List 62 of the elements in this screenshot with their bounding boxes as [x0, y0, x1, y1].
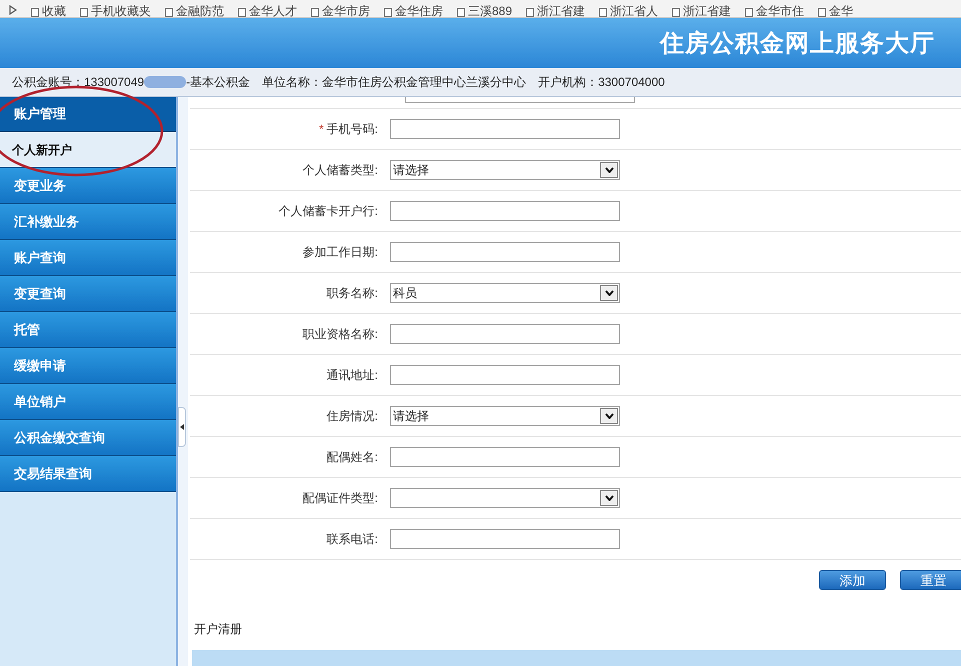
field-label: 住房情况:: [326, 408, 379, 426]
sidebar-item[interactable]: 缓缴申请: [0, 348, 176, 384]
bookmark-link[interactable]: 金华市房: [305, 6, 376, 17]
bookmark-link[interactable]: 手机收藏夹: [74, 6, 157, 17]
bookmark-link[interactable]: 浙江省建: [520, 6, 592, 17]
field-label: 个人储蓄卡开户行:: [278, 203, 379, 220]
bookmark-link[interactable]: 金华住房: [378, 6, 449, 17]
chevron-down-icon: [600, 490, 618, 506]
sidebar-item[interactable]: 单位销户: [0, 384, 176, 420]
field-label: 个人储蓄类型:: [302, 162, 379, 180]
forward-icon[interactable]: [9, 5, 17, 15]
sidebar-item[interactable]: 交易结果查询: [0, 456, 176, 492]
field-label: 职业资格名称:: [302, 326, 379, 344]
sidebar-item[interactable]: 个人新开户: [0, 132, 176, 168]
chevron-down-icon: [600, 408, 618, 424]
dropdown-field[interactable]: [390, 488, 620, 508]
dropdown-field[interactable]: 请选择: [390, 160, 620, 180]
section-title: 开户清册: [194, 621, 243, 638]
field-label: * 手机号码:: [318, 121, 379, 138]
field-label: 配偶证件类型:: [302, 490, 379, 508]
field-label: 联系电话:: [326, 531, 379, 548]
site-title: 住房公积金网上服务大厅: [660, 27, 935, 59]
field-label: 参加工作日期:: [302, 244, 379, 262]
input-field[interactable]: [390, 365, 620, 386]
sidebar-section-header[interactable]: 账户管理: [0, 97, 176, 132]
field-label: 通讯地址:: [326, 367, 379, 384]
bookmark-link[interactable]: 浙江省建: [666, 6, 738, 17]
sidebar-item[interactable]: 托管: [0, 312, 176, 348]
bookmark-link[interactable]: 三溪889: [451, 6, 518, 17]
bookmark-link[interactable]: 金华市住: [739, 6, 810, 17]
sidebar-item[interactable]: 变更查询: [0, 276, 176, 312]
input-field[interactable]: [390, 529, 620, 550]
chevron-down-icon: [600, 285, 618, 302]
account-number: 133007049: [84, 74, 144, 91]
input-field[interactable]: [390, 447, 620, 468]
account-type: -基本公积金: [186, 74, 250, 91]
bookmark-link[interactable]: 浙江省人: [593, 6, 664, 17]
bookmark-link[interactable]: 金华: [812, 6, 860, 17]
unit-name: 金华市住房公积金管理中心兰溪分中心: [322, 74, 526, 91]
collapse-handle[interactable]: [178, 407, 186, 447]
bookmark-link[interactable]: 收藏: [25, 6, 72, 17]
input-field[interactable]: [390, 242, 620, 262]
sidebar-item[interactable]: 汇补缴业务: [0, 204, 176, 240]
redaction-blur: [144, 76, 186, 88]
field-label: 职务名称:: [326, 285, 379, 302]
action-button[interactable]: 重置: [900, 570, 961, 590]
sidebar-item[interactable]: 变更业务: [0, 168, 176, 204]
input-field[interactable]: [390, 324, 620, 344]
dropdown-field[interactable]: 科员: [390, 283, 620, 304]
dropdown-field[interactable]: 请选择: [390, 406, 620, 426]
bookmark-link[interactable]: 金融防范: [159, 6, 230, 17]
sidebar-item[interactable]: 公积金缴交查询: [0, 420, 176, 456]
org-code: 3300704000: [598, 74, 665, 91]
action-button[interactable]: 添加: [819, 570, 886, 590]
field-label: 配偶姓名:: [326, 449, 379, 466]
bookmark-link[interactable]: 金华人才: [232, 6, 303, 17]
unit-label: 单位名称：: [262, 74, 322, 91]
sidebar-item[interactable]: 账户查询: [0, 240, 176, 276]
org-label: 开户机构：: [538, 74, 598, 91]
chevron-down-icon: [600, 162, 618, 178]
input-field[interactable]: [390, 119, 620, 140]
input-field[interactable]: [390, 201, 620, 222]
